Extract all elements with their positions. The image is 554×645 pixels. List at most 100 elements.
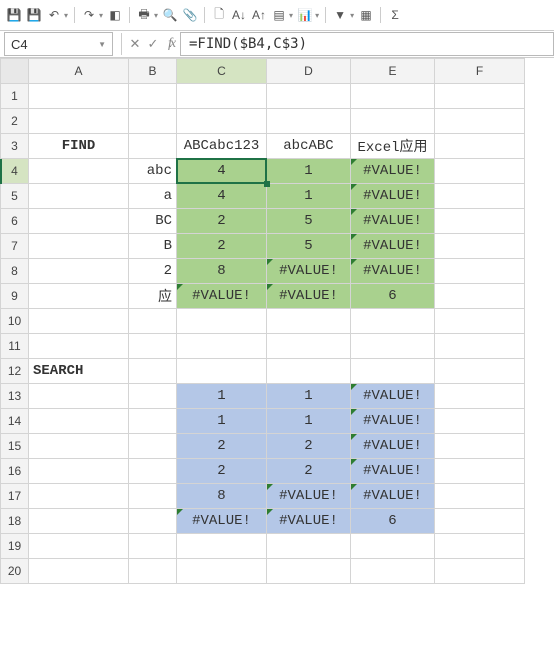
row-header-9[interactable]: 9 — [1, 284, 29, 309]
cell-F5[interactable] — [435, 184, 525, 209]
cell-F17[interactable] — [435, 484, 525, 509]
cell-E1[interactable] — [351, 84, 435, 109]
dropdown-caret-icon[interactable]: ▾ — [99, 11, 103, 20]
row-header-7[interactable]: 7 — [1, 234, 29, 259]
spreadsheet-grid[interactable]: ABCDEF123FINDABCabc123abcABCExcel应用4abc4… — [0, 58, 554, 584]
fx-icon[interactable]: fx — [162, 36, 180, 52]
cell-C4[interactable]: 4 — [177, 159, 267, 184]
cell-C13[interactable]: 1 — [177, 384, 267, 409]
cell-A8[interactable] — [29, 259, 129, 284]
cell-D7[interactable]: 5 — [267, 234, 351, 259]
name-box[interactable]: C4 ▼ — [4, 32, 113, 56]
cell-D12[interactable] — [267, 359, 351, 384]
formula-input[interactable]: =FIND($B4,C$3) — [180, 32, 554, 56]
row-header-12[interactable]: 12 — [1, 359, 29, 384]
cell-B20[interactable] — [129, 559, 177, 584]
row-header-2[interactable]: 2 — [1, 109, 29, 134]
table-icon[interactable]: ▤ — [271, 7, 287, 23]
column-header-F[interactable]: F — [435, 59, 525, 84]
cell-A19[interactable] — [29, 534, 129, 559]
cell-A18[interactable] — [29, 509, 129, 534]
undo-icon[interactable]: ↶ — [46, 7, 62, 23]
row-header-15[interactable]: 15 — [1, 434, 29, 459]
cell-E10[interactable] — [351, 309, 435, 334]
print-icon[interactable]: 🖶 — [136, 7, 152, 23]
dropdown-caret-icon[interactable]: ▾ — [315, 11, 319, 20]
cell-F15[interactable] — [435, 434, 525, 459]
cell-B10[interactable] — [129, 309, 177, 334]
cell-B14[interactable] — [129, 409, 177, 434]
cell-E3[interactable]: Excel应用 — [351, 134, 435, 159]
cell-B17[interactable] — [129, 484, 177, 509]
select-all-corner[interactable] — [1, 59, 29, 84]
save-as-icon[interactable]: 💾 — [26, 7, 42, 23]
cell-C9[interactable]: #VALUE! — [177, 284, 267, 309]
cell-C17[interactable]: 8 — [177, 484, 267, 509]
cell-F13[interactable] — [435, 384, 525, 409]
row-header-11[interactable]: 11 — [1, 334, 29, 359]
cell-D17[interactable]: #VALUE! — [267, 484, 351, 509]
column-header-B[interactable]: B — [129, 59, 177, 84]
cell-F3[interactable] — [435, 134, 525, 159]
cell-F6[interactable] — [435, 209, 525, 234]
cell-B4[interactable]: abc — [129, 159, 177, 184]
cell-F4[interactable] — [435, 159, 525, 184]
row-header-10[interactable]: 10 — [1, 309, 29, 334]
cell-B15[interactable] — [129, 434, 177, 459]
cell-E12[interactable] — [351, 359, 435, 384]
filter-icon[interactable]: ▼ — [332, 7, 348, 23]
sort-desc-icon[interactable]: A↑ — [251, 7, 267, 23]
column-header-D[interactable]: D — [267, 59, 351, 84]
cell-F19[interactable] — [435, 534, 525, 559]
column-header-C[interactable]: C — [177, 59, 267, 84]
cell-F8[interactable] — [435, 259, 525, 284]
column-header-A[interactable]: A — [29, 59, 129, 84]
row-header-3[interactable]: 3 — [1, 134, 29, 159]
cell-E4[interactable]: #VALUE! — [351, 159, 435, 184]
cell-B19[interactable] — [129, 534, 177, 559]
cell-F2[interactable] — [435, 109, 525, 134]
row-header-19[interactable]: 19 — [1, 534, 29, 559]
cell-B6[interactable]: BC — [129, 209, 177, 234]
cell-A15[interactable] — [29, 434, 129, 459]
cell-C11[interactable] — [177, 334, 267, 359]
cell-B16[interactable] — [129, 459, 177, 484]
cell-C16[interactable]: 2 — [177, 459, 267, 484]
cell-C20[interactable] — [177, 559, 267, 584]
cell-B8[interactable]: 2 — [129, 259, 177, 284]
cell-D16[interactable]: 2 — [267, 459, 351, 484]
dropdown-caret-icon[interactable]: ▾ — [350, 11, 354, 20]
cell-B2[interactable] — [129, 109, 177, 134]
dropdown-caret-icon[interactable]: ▾ — [64, 11, 68, 20]
row-header-5[interactable]: 5 — [1, 184, 29, 209]
cell-F16[interactable] — [435, 459, 525, 484]
redo-icon[interactable]: ↷ — [81, 7, 97, 23]
color-icon[interactable]: ◧ — [107, 7, 123, 23]
cell-E5[interactable]: #VALUE! — [351, 184, 435, 209]
cell-E6[interactable]: #VALUE! — [351, 209, 435, 234]
cell-B13[interactable] — [129, 384, 177, 409]
cell-E11[interactable] — [351, 334, 435, 359]
cell-A4[interactable] — [29, 159, 129, 184]
cancel-icon[interactable]: ✕ — [126, 36, 144, 52]
cell-D5[interactable]: 1 — [267, 184, 351, 209]
cell-B7[interactable]: B — [129, 234, 177, 259]
row-header-1[interactable]: 1 — [1, 84, 29, 109]
cell-A1[interactable] — [29, 84, 129, 109]
cell-A10[interactable] — [29, 309, 129, 334]
cell-E18[interactable]: 6 — [351, 509, 435, 534]
cell-A3[interactable]: FIND — [29, 134, 129, 159]
dropdown-caret-icon[interactable]: ▾ — [289, 11, 293, 20]
newdoc-icon[interactable]: 🗋 — [211, 7, 227, 23]
row-header-4[interactable]: 4 — [1, 159, 29, 184]
cell-C3[interactable]: ABCabc123 — [177, 134, 267, 159]
cell-F9[interactable] — [435, 284, 525, 309]
save-icon[interactable]: 💾 — [6, 7, 22, 23]
cell-C19[interactable] — [177, 534, 267, 559]
cell-E8[interactable]: #VALUE! — [351, 259, 435, 284]
cell-D4[interactable]: 1 — [267, 159, 351, 184]
row-header-20[interactable]: 20 — [1, 559, 29, 584]
cell-F20[interactable] — [435, 559, 525, 584]
cell-E16[interactable]: #VALUE! — [351, 459, 435, 484]
row-header-17[interactable]: 17 — [1, 484, 29, 509]
